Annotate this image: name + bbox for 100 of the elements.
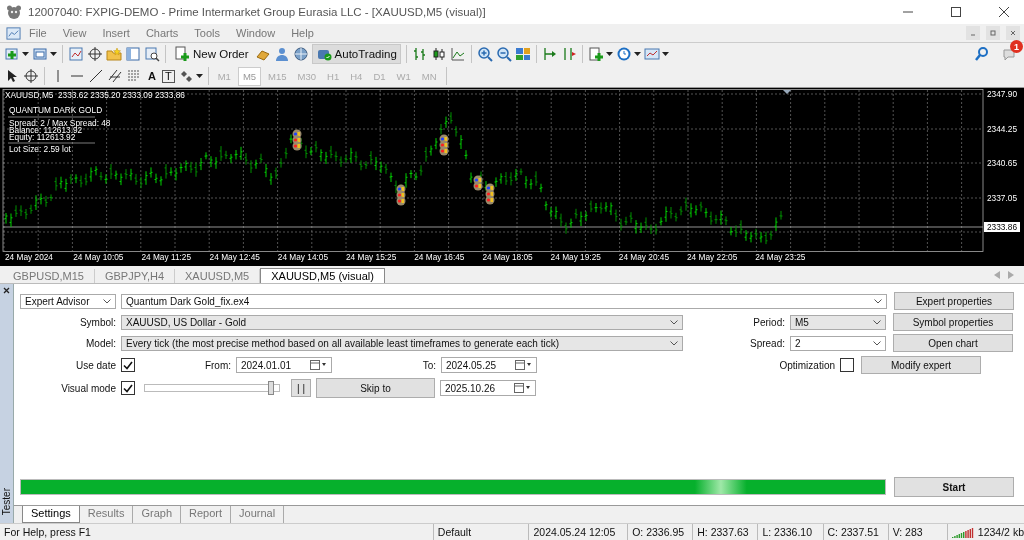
tile-windows-icon[interactable] xyxy=(514,46,531,62)
folder-star-icon[interactable] xyxy=(106,46,122,62)
status-open: O: 2336.95 xyxy=(628,524,694,540)
skip-to-button[interactable]: Skip to xyxy=(316,378,435,398)
optimization-checkbox[interactable] xyxy=(840,358,854,372)
chart-symbol: XAUUSD,M5 xyxy=(5,90,54,100)
time-label: 24 May 19:25 xyxy=(550,252,601,262)
pause-button[interactable]: | | xyxy=(291,379,311,397)
ea-title: QUANTUM DARK GOLD xyxy=(9,105,103,115)
search-icon[interactable] xyxy=(974,46,990,62)
caret-icon[interactable] xyxy=(605,52,613,56)
new-order-button[interactable]: New Order xyxy=(171,44,252,64)
timeframe-button[interactable]: M30 xyxy=(293,67,321,85)
crosshair-icon[interactable] xyxy=(87,46,103,62)
person-icon[interactable] xyxy=(273,46,290,62)
menu-item[interactable]: Tools xyxy=(186,27,228,39)
template-icon[interactable] xyxy=(643,46,660,62)
trade-arrows-drawing xyxy=(485,183,495,205)
status-high: H: 2337.63 xyxy=(693,524,759,540)
tester-tab[interactable]: Settings xyxy=(22,506,80,523)
modify-expert-button[interactable]: Modify expert xyxy=(861,356,981,374)
chart-shift-marker-icon[interactable] xyxy=(783,90,791,94)
status-time: 2024.05.24 12:05 xyxy=(529,524,629,540)
globe-icon[interactable] xyxy=(292,46,309,62)
menu-item[interactable]: Help xyxy=(283,27,322,39)
period-label: Period: xyxy=(752,316,785,328)
calendar-dropdown-icon[interactable] xyxy=(514,383,531,393)
optimization-label: Optimization xyxy=(778,359,835,371)
caret-icon[interactable] xyxy=(50,52,57,56)
symbol-properties-button[interactable]: Symbol properties xyxy=(893,313,1013,331)
chart-tab[interactable]: XAUUSD,M5 (visual) xyxy=(260,268,385,283)
text-tool[interactable]: A xyxy=(145,70,159,82)
use-date-checkbox[interactable] xyxy=(121,358,135,372)
status-low: L: 2336.10 xyxy=(758,524,824,540)
time-label: 24 May 12:45 xyxy=(209,252,260,262)
symbol-label: Symbol: xyxy=(78,316,116,328)
menu-item[interactable]: Insert xyxy=(94,27,138,39)
status-traffic: 1234/2 kb xyxy=(977,526,1024,538)
maximize-icon[interactable] xyxy=(950,6,962,18)
timeframe-button[interactable]: M5 xyxy=(237,66,262,86)
close-icon[interactable] xyxy=(3,287,10,294)
visual-mode-checkbox[interactable] xyxy=(121,381,135,395)
chart-shift-icon[interactable] xyxy=(541,46,558,62)
caret-icon[interactable] xyxy=(22,52,29,56)
ea-spread: Spread: 2 / Max Spread: 48 xyxy=(9,118,111,128)
close-icon[interactable] xyxy=(998,6,1010,18)
time-label: 24 May 10:05 xyxy=(73,252,124,262)
crosshair-icon[interactable] xyxy=(23,68,39,84)
menu-item[interactable]: Window xyxy=(228,27,284,39)
menu-item[interactable]: File xyxy=(21,27,55,39)
caret-icon[interactable] xyxy=(633,52,641,56)
ea-lot-size: Lot Size: 2.59 lot xyxy=(9,144,71,154)
use-date-label: Use date xyxy=(74,359,116,371)
autotrading-button[interactable]: AutoTrading xyxy=(311,44,401,64)
chart-tab[interactable]: GBPUSD,M15 xyxy=(3,269,95,283)
chart-tab[interactable]: GBPJPY,H4 xyxy=(94,269,176,283)
mode-dropdown[interactable]: Expert Advisor xyxy=(20,293,116,309)
tester-icon[interactable] xyxy=(144,46,160,62)
chart-ohlc: 2333.62 2335.20 2333.09 2333.86 xyxy=(58,90,185,100)
candlestick-icon[interactable] xyxy=(430,46,447,62)
zoom-out-icon[interactable] xyxy=(495,46,512,62)
app-icon xyxy=(6,4,22,20)
calendar-dropdown-icon[interactable] xyxy=(515,360,532,370)
menu-item[interactable]: Charts xyxy=(137,27,187,39)
trend-line-icon[interactable] xyxy=(88,68,104,84)
calendar-dropdown-icon[interactable] xyxy=(310,360,327,370)
speed-slider[interactable] xyxy=(144,381,280,395)
chat-icon[interactable] xyxy=(1002,46,1018,62)
caret-icon[interactable] xyxy=(661,52,669,56)
time-label: 24 May 20:45 xyxy=(618,252,670,262)
to-date-field[interactable]: 2024.05.25 xyxy=(441,357,537,373)
menu-item[interactable]: View xyxy=(54,27,95,39)
expert-dropdown[interactable]: Quantum Dark Gold_fix.ex4 xyxy=(121,293,887,309)
channel-icon[interactable] xyxy=(107,68,123,84)
time-label: 24 May 23:25 xyxy=(755,252,806,262)
clock-icon[interactable] xyxy=(615,46,632,62)
zoom-in-icon[interactable] xyxy=(476,46,493,62)
order-icon[interactable] xyxy=(174,46,190,62)
timeframe-button[interactable]: D1 xyxy=(369,67,390,85)
price-label: 2344.25 xyxy=(987,124,1017,134)
open-chart-button[interactable]: Open chart xyxy=(893,334,1013,352)
symbol-dropdown[interactable]: XAUUSD, US Dollar - Gold xyxy=(121,314,683,330)
model-dropdown[interactable]: Every tick (the most precise method based on all available least timeframes to generate each tick) xyxy=(121,335,683,351)
spread-dropdown[interactable]: 2 xyxy=(790,335,886,351)
chart-icon[interactable] xyxy=(68,46,84,62)
bar-chart-icon[interactable] xyxy=(411,46,428,62)
period-dropdown[interactable]: M5 xyxy=(790,314,886,330)
skip-date-field[interactable]: 2025.10.26 xyxy=(440,380,536,396)
from-date-field[interactable]: 2024.01.01 xyxy=(236,357,332,373)
indicator-plus-icon[interactable] xyxy=(587,46,604,62)
trade-arrows-drawing xyxy=(396,184,406,206)
spread-label: Spread: xyxy=(748,337,785,349)
start-button[interactable]: Start xyxy=(894,477,1014,497)
speed-slider-thumb[interactable] xyxy=(268,381,275,395)
trade-arrows-drawing xyxy=(439,134,449,156)
caret-icon[interactable] xyxy=(195,74,203,78)
expert-properties-button[interactable]: Expert properties xyxy=(894,292,1014,310)
line-chart-icon[interactable] xyxy=(449,46,466,62)
text-label-tool[interactable]: T xyxy=(161,69,175,83)
tester-panel-label: Tester xyxy=(1,487,12,515)
